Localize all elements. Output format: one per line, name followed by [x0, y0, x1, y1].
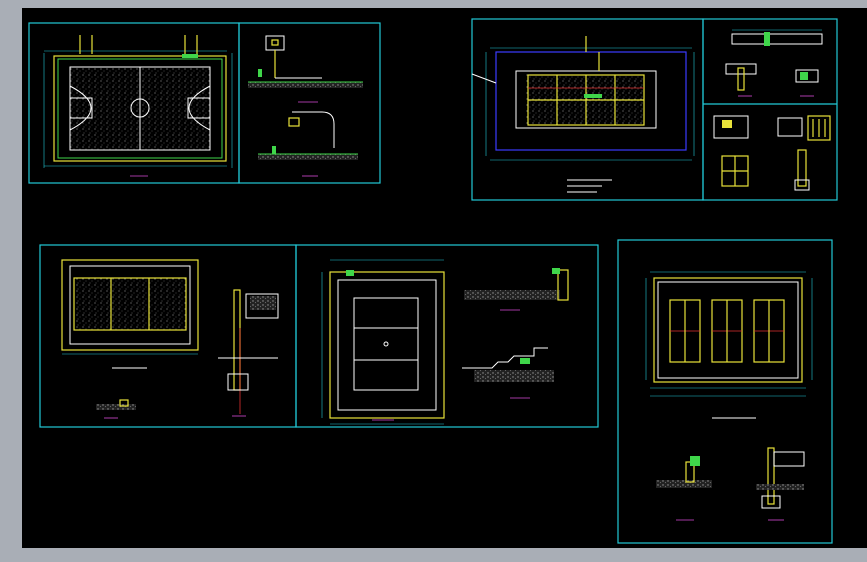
drawing-svg: [28, 18, 838, 544]
sheet-basketball-court-plan[interactable]: [28, 22, 381, 184]
sheet-tennis-court-site-plan[interactable]: [471, 18, 704, 201]
basketball-hoop-elevation-drawing: [248, 35, 363, 177]
sheet-volleyball-court-layout[interactable]: [295, 244, 599, 428]
sheet-multi-court-plan[interactable]: [617, 239, 833, 544]
tennis-court-site-plan-drawing: [471, 36, 695, 193]
volleyball-court-plan-drawing: [61, 259, 279, 419]
drawing-canvas[interactable]: [22, 8, 867, 548]
basketball-court-plan-drawing: [43, 35, 233, 177]
sheet-volleyball-court-plan[interactable]: [39, 244, 297, 428]
cad-viewer-window: [0, 0, 867, 562]
fence-details-drawing: [713, 29, 831, 191]
sheet-fence-details[interactable]: [702, 18, 838, 201]
multi-court-plan-drawing: [645, 271, 813, 521]
volleyball-court-layout-drawing: [321, 259, 569, 425]
